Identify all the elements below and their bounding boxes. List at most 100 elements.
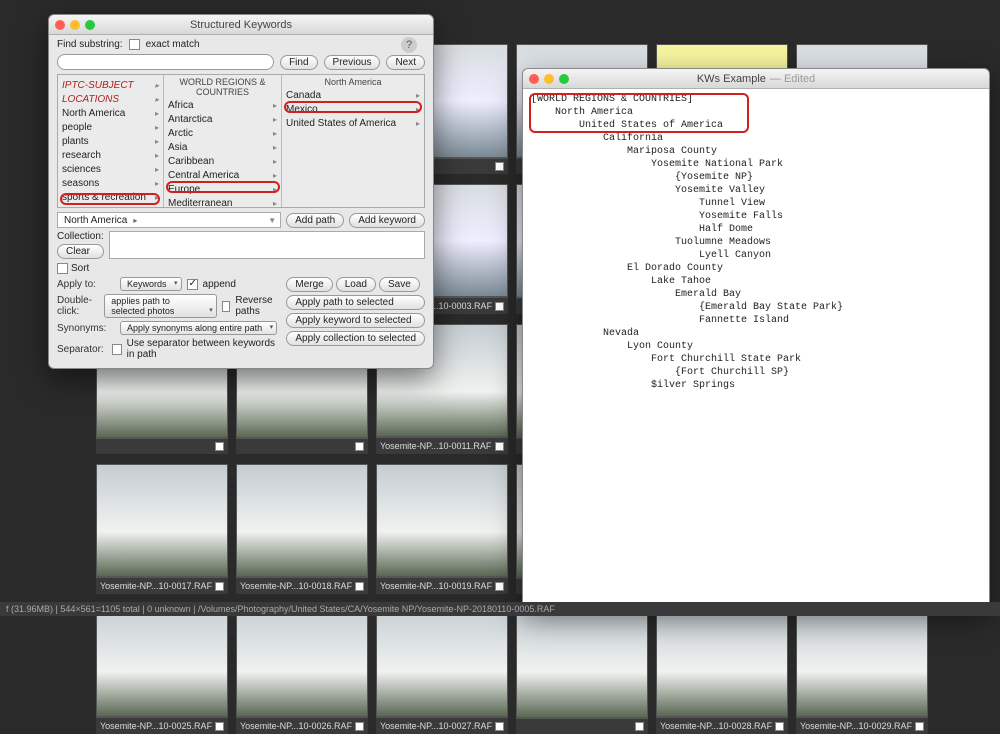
sort-label: Sort [71,263,89,274]
window-titlebar[interactable]: KWs Example — Edited [523,69,989,89]
keyword-item[interactable]: sciences▸ [58,163,163,177]
thumbnail-checkbox[interactable] [495,302,504,311]
search-input[interactable] [57,54,274,70]
text-content[interactable]: [WORLD REGIONS & COUNTRIES] North Americ… [523,89,989,396]
thumbnail-label: Yosemite-NP...10-0018.RAF [240,581,352,591]
thumbnail-checkbox[interactable] [775,722,784,731]
keyword-column-3: North America Canada▸Mexico▸United State… [282,75,424,207]
close-icon[interactable] [529,74,539,84]
apply-keyword-button[interactable]: Apply keyword to selected [286,313,425,328]
keyword-item[interactable]: Arctic▸ [164,127,281,141]
keyword-item[interactable]: North America▸ [58,107,163,121]
thumbnail-checkbox[interactable] [215,442,224,451]
structured-keywords-window: Structured Keywords Find substring: exac… [48,14,434,369]
thumbnail[interactable]: Yosemite-NP...10-0019.RAF [376,464,508,594]
add-path-button[interactable]: Add path [286,213,344,228]
keyword-column-2: WORLD REGIONS & COUNTRIES Africa▸Antarct… [164,75,282,207]
find-label: Find substring: [57,39,123,50]
synonyms-select[interactable]: Apply synonyms along entire path [120,321,277,335]
text-editor-window: KWs Example — Edited [WORLD REGIONS & CO… [522,68,990,608]
thumbnail-checkbox[interactable] [355,582,364,591]
collection-box[interactable] [109,231,425,259]
thumbnail-checkbox[interactable] [495,582,504,591]
separator-checkbox[interactable] [112,344,122,355]
keyword-item[interactable]: Mexico▸ [282,103,424,117]
chevron-right-icon: ▸ [133,216,137,225]
thumbnail-checkbox[interactable] [495,162,504,171]
exact-match-label: exact match [146,39,200,50]
keyword-item[interactable]: Caribbean▸ [164,155,281,169]
window-titlebar[interactable]: Structured Keywords [49,15,433,35]
modified-indicator: — Edited [770,73,815,85]
thumbnail[interactable]: Yosemite-NP...10-0018.RAF [236,464,368,594]
thumbnail-checkbox[interactable] [495,722,504,731]
thumbnail-checkbox[interactable] [215,722,224,731]
keyword-item[interactable]: IPTC-SUBJECT▸ [58,79,163,93]
find-button[interactable]: Find [280,55,317,70]
keyword-item[interactable]: Africa▸ [164,99,281,113]
sort-checkbox[interactable] [57,263,68,274]
thumbnail-label: Yosemite-NP...10-0019.RAF [380,581,492,591]
save-button[interactable]: Save [379,277,420,292]
thumbnail-label: Yosemite-NP...10-0026.RAF [240,721,352,731]
thumbnail-checkbox[interactable] [355,722,364,731]
keyword-item[interactable]: Asia▸ [164,141,281,155]
merge-button[interactable]: Merge [286,277,332,292]
collection-label: Collection: [57,231,104,242]
reverse-paths-checkbox[interactable] [222,301,231,312]
apply-to-select[interactable]: Keywords [120,277,182,291]
keyword-item[interactable]: plants▸ [58,135,163,149]
next-button[interactable]: Next [386,55,425,70]
thumbnail-label: Yosemite-NP...10-0017.RAF [100,581,212,591]
keyword-item[interactable]: Canada▸ [282,89,424,103]
keyword-item[interactable]: research▸ [58,149,163,163]
keyword-item[interactable]: Central America▸ [164,169,281,183]
thumbnail-label: Yosemite-NP...10-0011.RAF [380,441,491,451]
append-checkbox[interactable]: ✓ [187,279,198,290]
keyword-item[interactable]: Mediterranean▸ [164,197,281,207]
thumbnail-label: Yosemite-NP...10-0025.RAF [100,721,212,731]
thumbnail-label: Yosemite-NP...10-0027.RAF [380,721,492,731]
help-icon[interactable]: ? [401,37,417,53]
keyword-item[interactable]: Europe▸ [164,183,281,197]
minimize-icon[interactable] [544,74,554,84]
path-field[interactable]: North America ▸ ▼ [57,212,281,228]
zoom-icon[interactable] [559,74,569,84]
load-button[interactable]: Load [336,277,376,292]
thumbnail[interactable]: Yosemite-NP...10-0029.RAF [796,604,928,734]
thumbnail[interactable]: Yosemite-NP...10-0025.RAF [96,604,228,734]
thumbnail-label: Yosemite-NP...10-0028.RAF [660,721,772,731]
thumbnail-checkbox[interactable] [215,582,224,591]
thumbnail[interactable]: Yosemite-NP...10-0027.RAF [376,604,508,734]
keyword-column-1: IPTC-SUBJECT▸LOCATIONS▸North America▸peo… [58,75,164,207]
keyword-item[interactable]: sports & recreation▸ [58,191,163,205]
thumbnail[interactable] [516,604,648,734]
keyword-item[interactable]: LOCATIONS▸ [58,93,163,107]
window-title: KWs Example [697,73,766,85]
keyword-item[interactable]: seasons▸ [58,177,163,191]
thumbnail-checkbox[interactable] [355,442,364,451]
thumbnail-checkbox[interactable] [915,722,924,731]
apply-collection-button[interactable]: Apply collection to selected [286,331,425,346]
zoom-icon[interactable] [85,20,95,30]
close-icon[interactable] [55,20,65,30]
status-bar: f (31.96MB) | 544×561=1105 total | 0 unk… [0,602,1000,616]
thumbnail-checkbox[interactable] [495,442,504,451]
thumbnail[interactable]: Yosemite-NP...10-0017.RAF [96,464,228,594]
keyword-item[interactable]: people▸ [58,121,163,135]
keyword-item[interactable]: United States of America▸ [282,117,424,131]
apply-path-button[interactable]: Apply path to selected [286,295,425,310]
add-keyword-button[interactable]: Add keyword [349,213,425,228]
clear-button[interactable]: Clear [57,244,104,259]
keyword-item[interactable]: Antarctica▸ [164,113,281,127]
exact-match-checkbox[interactable] [129,39,140,50]
minimize-icon[interactable] [70,20,80,30]
previous-button[interactable]: Previous [324,55,381,70]
thumbnail[interactable]: Yosemite-NP...10-0026.RAF [236,604,368,734]
window-title: Structured Keywords [190,19,292,31]
thumbnail-label: Yosemite-NP...10-0029.RAF [800,721,912,731]
double-click-select[interactable]: applies path to selected photos [104,294,217,318]
thumbnail[interactable]: Yosemite-NP...10-0028.RAF [656,604,788,734]
thumbnail-checkbox[interactable] [635,722,644,731]
keyword-item[interactable]: TIME OF DAY▸ [58,205,163,207]
